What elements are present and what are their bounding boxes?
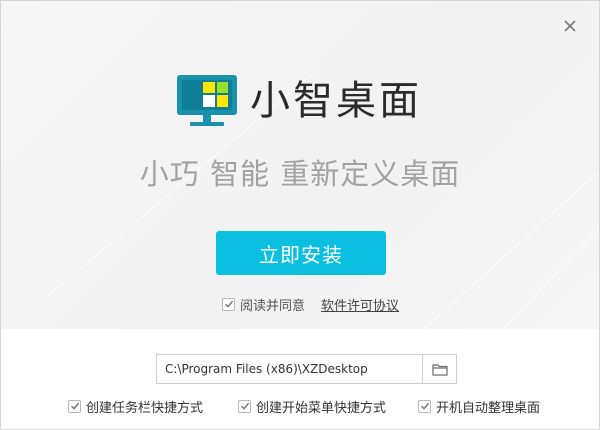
option-label: 创建任务栏快捷方式 [86,400,204,416]
option-label: 开机自动整理桌面 [436,400,541,416]
install-path-group [156,354,457,384]
agreement-row: 阅读并同意 软件许可协议 [222,294,399,314]
installer-window: 小智桌面 小巧 智能 重新定义桌面 立即安装 阅读并同意 软件许可协议 C:\P… [0,0,600,430]
start-menu-shortcut-checkbox[interactable] [238,399,251,413]
close-button[interactable] [559,15,581,37]
install-path-input[interactable] [156,354,422,384]
checkmark-icon [70,402,79,410]
decor-line [471,58,599,329]
monitor-logo-icon [177,75,237,126]
license-link[interactable]: 软件许可协议 [321,295,399,314]
tagline: 小巧 智能 重新定义桌面 [139,157,461,191]
taskbar-shortcut-checkbox[interactable] [68,399,81,413]
close-icon [564,20,576,32]
decor-line [421,90,599,329]
checkmark-icon [420,402,429,410]
option-start-menu-shortcut[interactable]: 创建开始菜单快捷方式 [238,396,386,416]
auto-organize-checkbox[interactable] [418,399,431,413]
app-title: 小智桌面 [250,78,422,124]
folder-icon [431,363,448,376]
option-auto-organize[interactable]: 开机自动整理桌面 [418,396,540,416]
agree-checkbox[interactable] [222,297,235,311]
hero-panel: 小智桌面 小巧 智能 重新定义桌面 立即安装 阅读并同意 软件许可协议 [1,1,599,329]
install-button[interactable]: 立即安装 [216,231,386,275]
option-checkboxes: 创建任务栏快捷方式 创建开始菜单快捷方式 开机自动整理桌面 [1,396,599,416]
option-taskbar-shortcut[interactable]: 创建任务栏快捷方式 [68,396,203,416]
browse-button[interactable] [422,354,457,384]
agree-label: 阅读并同意 [240,298,306,314]
options-panel: 创建任务栏快捷方式 创建开始菜单快捷方式 开机自动整理桌面 [1,329,599,429]
option-label: 创建开始菜单快捷方式 [256,400,387,416]
checkmark-icon [224,300,233,308]
brand: 小智桌面 [176,73,422,129]
checkmark-icon [240,402,249,410]
